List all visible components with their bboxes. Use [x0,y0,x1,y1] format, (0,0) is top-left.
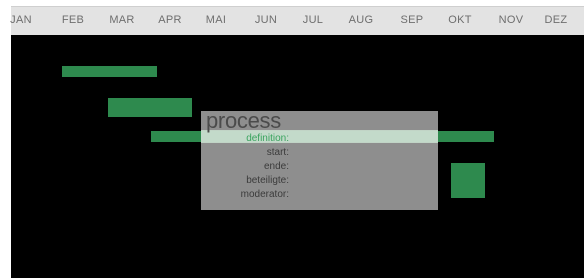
month-mai: MAI [205,14,227,26]
month-sep: SEP [400,14,424,26]
month-aug: AUG [348,14,374,26]
month-okt: OKT [448,14,472,26]
process-bar-2[interactable] [108,98,192,117]
process-title: process [206,108,281,133]
month-mar: MAR [109,14,135,26]
process-detail-panel: process definition: start: ende: beteili… [201,108,438,210]
start-label: start: [266,147,289,158]
process-bar-4[interactable] [451,163,485,198]
process-bar-1[interactable] [62,66,157,77]
month-nov: NOV [498,14,524,26]
definition-label: definition: [246,133,289,144]
month-jun: JUN [254,14,278,26]
month-apr: APR [158,14,182,26]
month-dez: DEZ [544,14,568,26]
moderator-label: moderator: [240,189,289,200]
month-jan: JAN [10,14,32,26]
gantt-page: JAN FEB MAR APR MAI JUN JUL AUG SEP OKT … [0,0,584,278]
beteiligte-label: beteiligte: [246,175,289,186]
ende-label: ende: [263,161,289,172]
month-feb: FEB [61,14,85,26]
month-jul: JUL [302,14,324,26]
month-header: JAN FEB MAR APR MAI JUN JUL AUG SEP OKT … [10,6,584,35]
